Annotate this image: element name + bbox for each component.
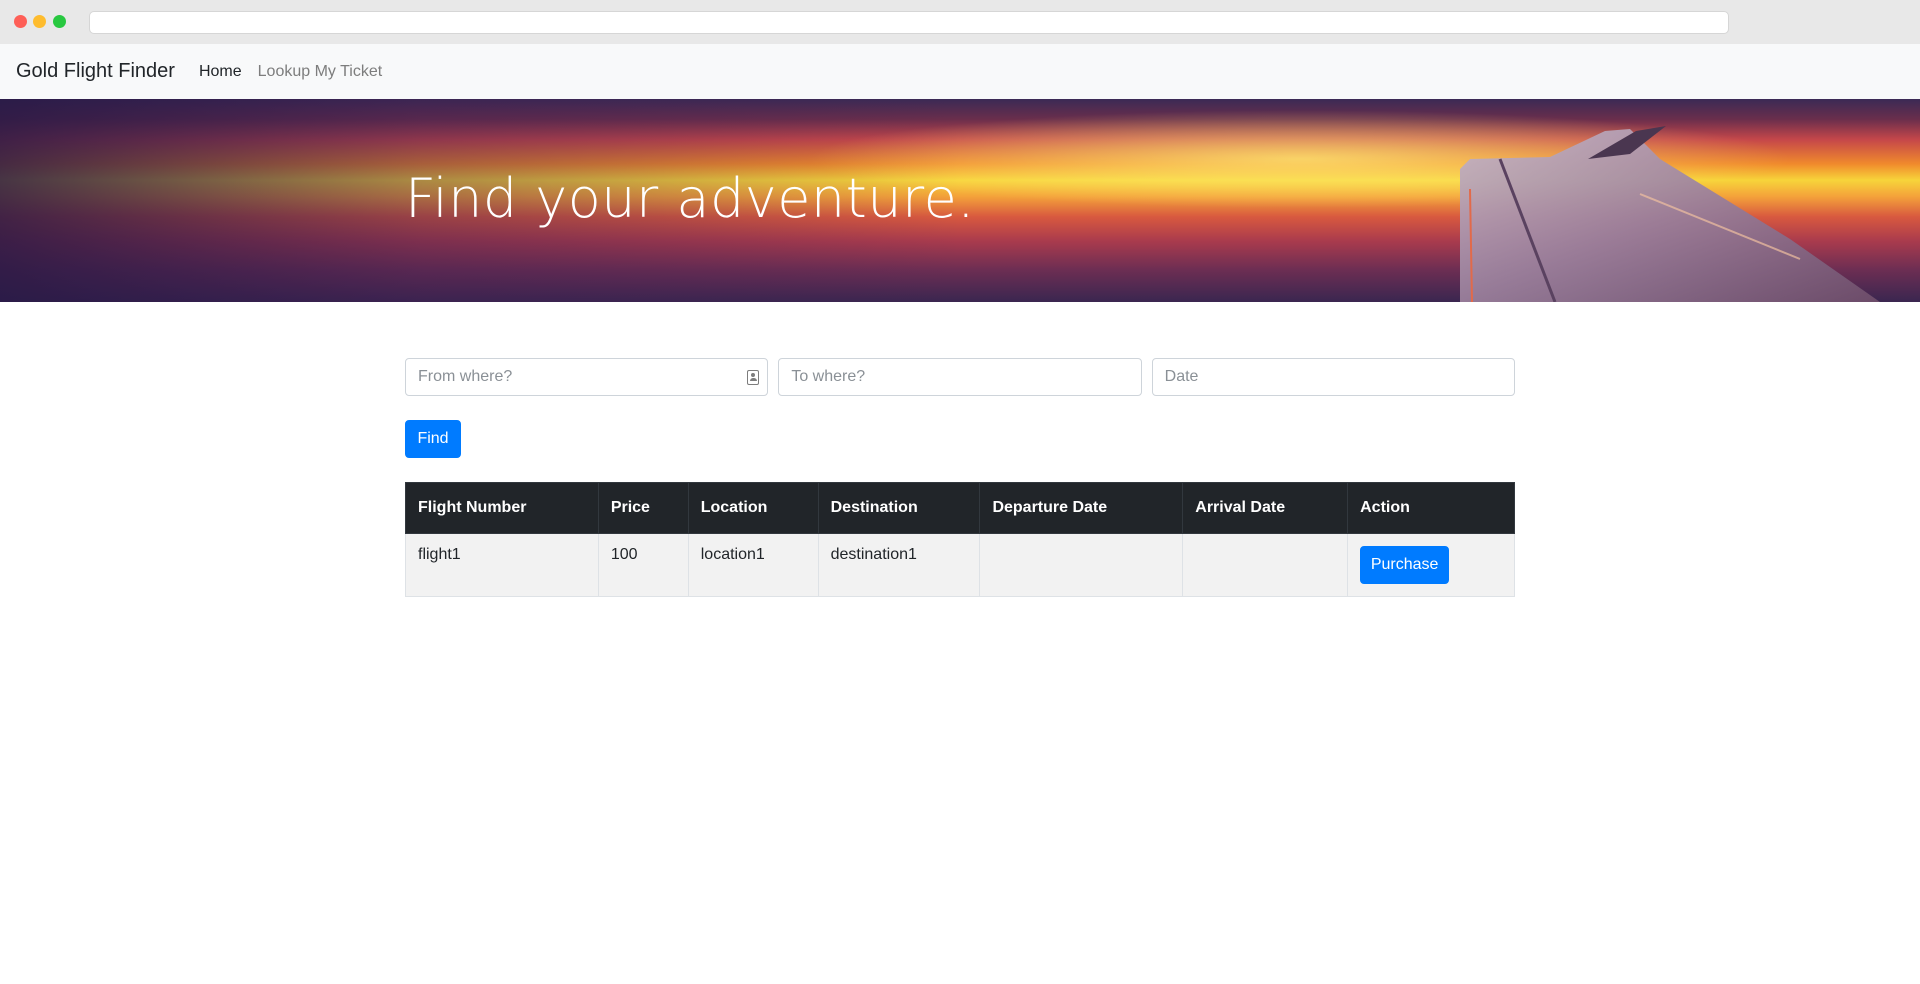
cell-flight-number: flight1	[405, 533, 599, 597]
date-input[interactable]	[1152, 359, 1514, 395]
header-price: Price	[597, 482, 689, 534]
header-flight-number: Flight Number	[405, 482, 599, 534]
to-input[interactable]	[779, 359, 1141, 395]
hero-banner: Find your adventure.	[0, 99, 1920, 302]
purchase-button[interactable]: Purchase	[1360, 546, 1450, 584]
header-action: Action	[1347, 482, 1515, 534]
find-button[interactable]: Find	[405, 420, 461, 458]
airplane-wing-image	[1460, 126, 1880, 302]
table-row: flight1 100 location1 destination1 Purch…	[405, 533, 1515, 597]
table-header-row: Flight Number Price Location Destination…	[405, 482, 1515, 534]
cell-arrival-date	[1182, 533, 1349, 597]
maximize-window-button[interactable]	[53, 15, 66, 28]
from-input[interactable]	[406, 359, 768, 395]
hero-title: Find your adventure.	[405, 167, 975, 230]
header-departure-date: Departure Date	[979, 482, 1184, 534]
nav-link-home[interactable]: Home	[199, 63, 242, 81]
cell-departure-date	[979, 533, 1184, 597]
header-destination: Destination	[817, 482, 981, 534]
cell-price: 100	[597, 533, 689, 597]
cell-destination: destination1	[817, 533, 981, 597]
search-form	[405, 358, 1515, 396]
from-field	[405, 358, 769, 396]
date-field	[1151, 358, 1515, 396]
navbar: Gold Flight Finder Home Lookup My Ticket	[0, 44, 1920, 99]
brand-logo[interactable]: Gold Flight Finder	[16, 60, 175, 83]
browser-chrome	[0, 0, 1920, 44]
header-arrival-date: Arrival Date	[1182, 482, 1349, 534]
header-location: Location	[687, 482, 819, 534]
minimize-window-button[interactable]	[33, 15, 46, 28]
cell-location: location1	[687, 533, 819, 597]
cell-action: Purchase	[1347, 533, 1515, 597]
flight-results-table: Flight Number Price Location Destination…	[405, 482, 1515, 597]
close-window-button[interactable]	[14, 15, 27, 28]
address-bar[interactable]	[89, 11, 1729, 34]
nav-link-lookup-ticket[interactable]: Lookup My Ticket	[258, 63, 383, 81]
to-field	[778, 358, 1142, 396]
contact-card-icon[interactable]	[747, 370, 760, 385]
